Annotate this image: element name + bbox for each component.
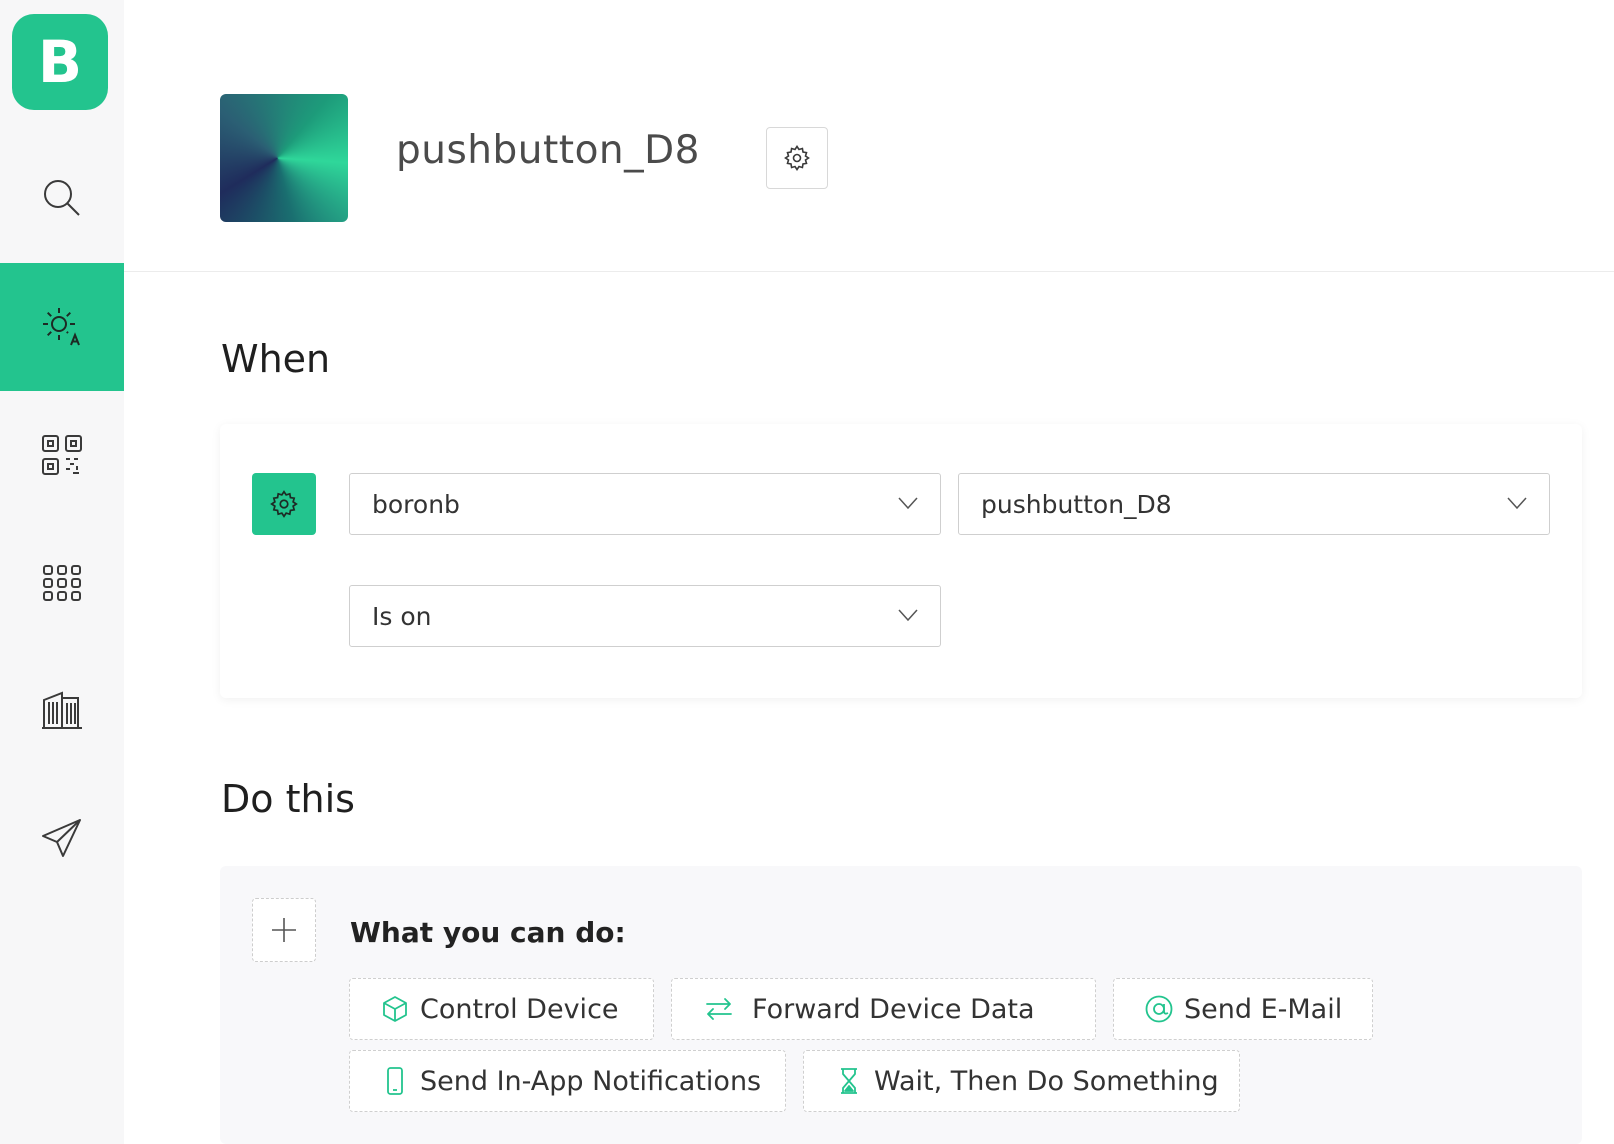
trigger-type-button[interactable]	[252, 473, 316, 535]
wait-then-do-something-button[interactable]: Wait, Then Do Something	[803, 1050, 1240, 1112]
sidebar-item-automations[interactable]	[0, 263, 124, 391]
chevron-down-icon	[1507, 497, 1527, 510]
gear-icon	[270, 490, 298, 518]
chevron-down-icon	[898, 609, 918, 622]
search-icon	[44, 180, 80, 216]
action-label: Forward Device Data	[752, 993, 1035, 1025]
do-this-card: What you can do: Control Device Forward …	[220, 866, 1582, 1144]
device-select-value: boronb	[372, 489, 460, 519]
cube-icon	[383, 996, 407, 1022]
at-sign-icon	[1145, 995, 1173, 1023]
hourglass-icon	[841, 1068, 857, 1094]
grid-apps-icon	[43, 565, 81, 601]
device-select[interactable]: boronb	[349, 473, 941, 535]
send-icon	[42, 819, 81, 857]
automation-icon	[43, 308, 80, 346]
when-heading: When	[221, 337, 331, 381]
sidebar-item-send[interactable]	[0, 774, 124, 902]
add-action-button[interactable]	[252, 898, 316, 962]
arrows-exchange-icon	[706, 998, 732, 1020]
action-label: Send E-Mail	[1184, 993, 1343, 1025]
datastream-select-value: pushbutton_D8	[981, 489, 1172, 519]
control-device-button[interactable]: Control Device	[349, 978, 654, 1040]
sidebar-item-organizations[interactable]	[0, 646, 124, 774]
forward-device-data-button[interactable]: Forward Device Data	[671, 978, 1096, 1040]
condition-select-value: Is on	[372, 601, 432, 631]
building-icon	[42, 691, 82, 729]
send-email-button[interactable]: Send E-Mail	[1113, 978, 1373, 1040]
action-label: Wait, Then Do Something	[874, 1065, 1219, 1097]
automation-image[interactable]	[220, 94, 348, 222]
plus-icon	[272, 918, 296, 942]
settings-button[interactable]	[766, 127, 828, 189]
sidebar-item-apps[interactable]	[0, 519, 124, 647]
page-title: pushbutton_D8	[396, 128, 700, 173]
sidebar: B	[0, 0, 124, 1144]
page-header: pushbutton_D8	[124, 0, 1614, 272]
chevron-down-icon	[898, 497, 918, 510]
condition-select[interactable]: Is on	[349, 585, 941, 647]
datastream-select[interactable]: pushbutton_D8	[958, 473, 1550, 535]
when-card: boronb pushbutton_D8 Is on	[220, 424, 1582, 698]
action-label: Send In-App Notifications	[420, 1065, 762, 1097]
phone-icon	[387, 1067, 403, 1095]
sidebar-item-search[interactable]	[0, 134, 124, 262]
qr-code-icon	[42, 435, 82, 475]
sidebar-item-qr[interactable]	[0, 391, 124, 519]
what-you-can-do-label: What you can do:	[350, 916, 626, 949]
blynk-logo[interactable]: B	[12, 14, 108, 110]
send-in-app-notifications-button[interactable]: Send In-App Notifications	[349, 1050, 786, 1112]
gear-icon	[784, 145, 810, 171]
action-label: Control Device	[420, 993, 619, 1025]
do-this-heading: Do this	[221, 777, 355, 821]
